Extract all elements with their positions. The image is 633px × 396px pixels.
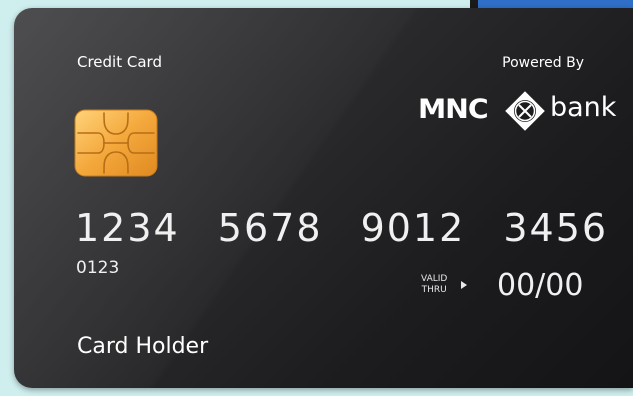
expiry-date: 00/00 <box>497 268 584 303</box>
valid-thru-line1: VALID <box>421 274 448 284</box>
credit-card: Credit Card Powered By MNC bank 1234 567… <box>14 8 633 388</box>
bank-logo: MNC bank <box>418 86 616 138</box>
powered-by-label: Powered By <box>502 55 584 71</box>
card-small-number: 0123 <box>76 258 120 278</box>
card-type-label: Credit Card <box>77 53 162 71</box>
logo-bank-text: bank <box>550 92 617 123</box>
chip-icon <box>74 109 158 177</box>
card-holder-name: Card Holder <box>77 334 209 359</box>
play-arrow-icon <box>461 281 467 289</box>
mnc-bank-x-logo-icon <box>505 91 545 131</box>
valid-thru-label: VALID THRU <box>421 274 447 296</box>
card-number: 1234 5678 9012 3456 <box>75 206 609 250</box>
valid-thru-line2: THRU <box>421 285 447 295</box>
logo-mnc-text: MNC <box>418 94 489 125</box>
